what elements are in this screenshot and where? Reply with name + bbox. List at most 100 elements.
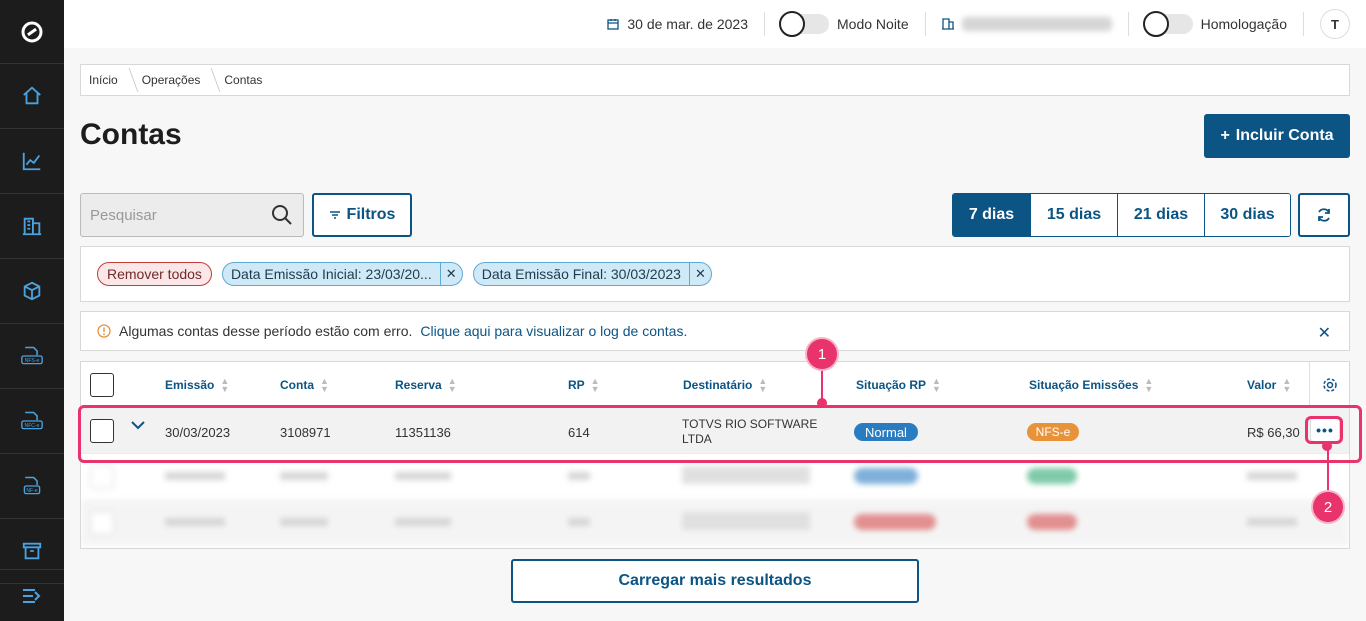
warning-icon <box>97 324 111 338</box>
company-selector[interactable] <box>926 12 1128 36</box>
column-header-conta[interactable]: Conta ▲ ▼ <box>280 375 329 394</box>
add-account-button[interactable]: + Incluir Conta <box>1204 114 1350 158</box>
gear-icon <box>1322 378 1337 392</box>
close-icon[interactable]: ✕ <box>688 263 711 285</box>
sort-icon: ▲ ▼ <box>1282 375 1292 394</box>
alert-log-link[interactable]: Clique aqui para visualizar o log de con… <box>420 323 687 339</box>
user-menu[interactable]: T <box>1304 9 1350 39</box>
sidebar-item-nfce[interactable]: NFC-e <box>0 389 64 454</box>
company-name-redacted <box>961 17 1112 31</box>
annotation-highlight-row <box>78 405 1362 463</box>
table-row <box>81 500 1349 546</box>
annotation-marker-2: 2 <box>1313 492 1343 522</box>
night-mode-label: Modo Noite <box>837 16 909 32</box>
sidebar-item-home[interactable] <box>0 64 64 129</box>
annotation-highlight-actions <box>1305 416 1343 444</box>
homologacao-toggle[interactable] <box>1142 11 1193 37</box>
sort-icon: ▲ ▼ <box>758 375 768 394</box>
chart-icon <box>22 152 41 171</box>
building-icon <box>941 18 954 30</box>
refresh-button[interactable] <box>1298 193 1350 237</box>
avatar[interactable]: T <box>1320 9 1350 39</box>
breadcrumb: Início Operações Contas <box>80 64 1350 96</box>
column-header-destinatario[interactable]: Destinatário ▲ ▼ <box>683 375 768 394</box>
table-header: Emissão ▲ ▼ Conta ▲ ▼ Reserva ▲ ▼ RP ▲ ▼ Destina… <box>81 362 1349 408</box>
sort-icon: ▲ ▼ <box>220 375 230 394</box>
filter-chip-label: Data Emissão Final: 30/03/2023 <box>481 266 681 282</box>
error-alert: Algumas contas desse período estão com e… <box>80 311 1350 351</box>
period-21-days[interactable]: 21 dias <box>1117 194 1204 236</box>
annotation-connector <box>821 366 823 402</box>
nfse-icon: NFS-e <box>21 346 43 365</box>
svg-text:NFC-e: NFC-e <box>25 423 40 429</box>
homologacao: Homologação <box>1129 11 1303 37</box>
period-30-days[interactable]: 30 dias <box>1204 194 1290 236</box>
breadcrumb-item-contas: Contas <box>224 73 263 87</box>
filters-label: Filtros <box>346 206 396 223</box>
filters-button[interactable]: Filtros <box>312 193 412 237</box>
alert-text: Algumas contas desse período estão com e… <box>119 323 413 339</box>
home-icon <box>23 86 41 105</box>
annotation-marker-1: 1 <box>807 339 837 369</box>
archive-icon <box>22 542 42 560</box>
column-header-rp[interactable]: RP ▲ ▼ <box>568 375 600 394</box>
breadcrumb-item-inicio[interactable]: Início <box>81 65 134 95</box>
sort-icon: ▲ ▼ <box>447 375 457 394</box>
sort-icon: ▲ ▼ <box>1144 375 1154 394</box>
select-all-checkbox[interactable] <box>90 372 114 397</box>
column-header-situacao-rp[interactable]: Situação RP ▲ ▼ <box>856 375 941 394</box>
top-bar: 30 de mar. de 2023 Modo Noite Homologaçã… <box>64 0 1366 48</box>
filter-chip-start-date: Data Emissão Inicial: 23/03/20... ✕ <box>221 262 463 286</box>
breadcrumb-item-operacoes[interactable]: Operações <box>134 65 217 95</box>
box-icon <box>23 281 41 301</box>
current-date: 30 de mar. de 2023 <box>591 12 764 36</box>
column-header-reserva[interactable]: Reserva ▲ ▼ <box>395 375 457 394</box>
filter-chip-end-date: Data Emissão Final: 30/03/2023 ✕ <box>472 262 712 286</box>
annotation-connector <box>1327 446 1329 494</box>
period-15-days[interactable]: 15 dias <box>1030 194 1117 236</box>
annotation-pin <box>817 398 827 408</box>
search-input[interactable]: Pesquisar <box>80 193 304 237</box>
sort-icon: ▲ ▼ <box>932 375 941 394</box>
remove-all-filters-button[interactable]: Remover todos <box>97 262 212 286</box>
svg-text:NFS-e: NFS-e <box>25 358 40 364</box>
current-date-text: 30 de mar. de 2023 <box>627 16 749 32</box>
page-title: Contas <box>80 118 182 151</box>
plus-icon: + <box>1220 127 1230 144</box>
close-icon[interactable]: ✕ <box>439 263 462 285</box>
column-settings-button[interactable] <box>1309 362 1349 408</box>
sort-icon: ▲ ▼ <box>320 375 329 394</box>
sort-icon: ▲ ▼ <box>590 375 600 394</box>
sidebar: NFS-e NFC-e NF-e <box>0 0 64 621</box>
building-icon <box>22 217 42 236</box>
sidebar-item-empresas[interactable] <box>0 194 64 259</box>
search-icon[interactable] <box>271 204 293 226</box>
column-header-emissao[interactable]: Emissão ▲ ▼ <box>165 375 230 394</box>
column-header-situacao-emissoes[interactable]: Situação Emissões ▲ ▼ <box>1029 375 1154 394</box>
night-mode-toggle[interactable] <box>779 11 830 37</box>
calendar-icon <box>607 19 620 30</box>
column-header-valor[interactable]: Valor ▲ ▼ <box>1247 375 1292 394</box>
close-icon[interactable]: ✕ <box>1318 323 1331 343</box>
night-mode: Modo Noite <box>765 11 925 37</box>
sidebar-item-dashboard[interactable] <box>0 129 64 194</box>
filter-icon <box>329 211 340 219</box>
svg-text:NF-e: NF-e <box>26 488 37 494</box>
nfce-icon: NFC-e <box>21 411 43 430</box>
sidebar-item-produtos[interactable] <box>0 259 64 324</box>
period-7-days[interactable]: 7 dias <box>953 194 1030 236</box>
active-filters: Remover todos Data Emissão Inicial: 23/0… <box>80 246 1350 302</box>
homologacao-label: Homologação <box>1200 16 1287 32</box>
expand-menu-icon <box>23 588 41 603</box>
totvs-logo[interactable] <box>0 0 64 64</box>
period-selector: 7 dias 15 dias 21 dias 30 dias <box>952 193 1291 237</box>
expand-menu-button[interactable] <box>0 569 64 621</box>
add-account-label: Incluir Conta <box>1235 127 1334 144</box>
logo-icon <box>21 21 43 42</box>
sidebar-item-nfse[interactable]: NFS-e <box>0 324 64 389</box>
sidebar-item-nfe[interactable]: NF-e <box>0 454 64 519</box>
search-placeholder: Pesquisar <box>90 206 157 224</box>
annotation-pin <box>1322 441 1332 451</box>
nfe-icon: NF-e <box>23 476 41 495</box>
load-more-button[interactable]: Carregar mais resultados <box>511 559 919 603</box>
